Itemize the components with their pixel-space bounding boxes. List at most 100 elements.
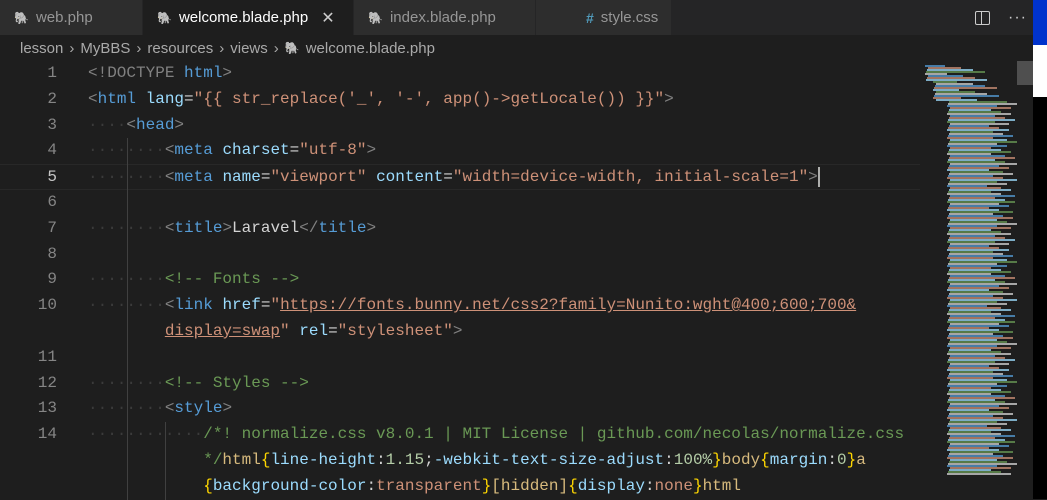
breadcrumb-item[interactable]: lesson — [20, 40, 63, 57]
line-number: 3 — [47, 115, 57, 134]
code-line[interactable]: 14 ············/*! normalize.css v8.0.1 |… — [0, 422, 920, 448]
tab-welcome-blade-php[interactable]: 🐘 welcome.blade.php ✕ — [143, 0, 354, 35]
code-line[interactable]: 10 ········<link href="https://fonts.bunn… — [0, 293, 920, 319]
breadcrumb-item[interactable]: views — [230, 40, 268, 57]
code-token: > — [366, 218, 377, 237]
code-token: > — [222, 64, 233, 82]
code-token: ; — [424, 450, 434, 469]
code-token: < — [164, 399, 175, 418]
code-token: = — [328, 321, 338, 340]
code-token: } — [846, 450, 857, 469]
tab-web-php[interactable]: 🐘 web.php — [0, 0, 143, 35]
code-line[interactable]: 4 ········<meta charset="utf-8"> — [0, 138, 920, 164]
code-token: < — [88, 89, 98, 108]
scrollbar-thumb[interactable] — [1017, 61, 1033, 85]
tab-index-blade-php[interactable]: 🐘 index.blade.php — [354, 0, 536, 35]
tab-style-css[interactable]: # style.css — [536, 0, 672, 35]
code-token: margin — [769, 450, 828, 469]
indent-guide — [127, 138, 128, 500]
code-token: : — [644, 476, 655, 495]
code-token: charset — [222, 141, 290, 160]
code-token: */ — [203, 450, 223, 469]
code-line[interactable]: 2 <html lang="{{ str_replace('_', '-', ap… — [0, 87, 920, 113]
code-token: { — [260, 450, 271, 469]
split-editor-icon[interactable] — [975, 10, 991, 25]
code-token: > — [222, 399, 233, 418]
line-number: 7 — [47, 218, 57, 237]
code-token: </ — [299, 218, 319, 237]
css-hash-icon: # — [586, 9, 594, 26]
code-line[interactable]: 7 ········<title>Laravel</title> — [0, 216, 920, 242]
code-token: = — [260, 296, 271, 315]
tab-label: index.blade.php — [389, 9, 496, 26]
code-token: "stylesheet" — [337, 321, 453, 340]
code-text: {background-color:transparent}[hidden]{d… — [88, 474, 741, 500]
code-line[interactable]: 3 ····<head> — [0, 113, 920, 139]
close-icon[interactable]: ✕ — [321, 8, 334, 28]
line-number: 13 — [37, 399, 57, 418]
code-token: : — [366, 476, 377, 495]
code-text: ········<style> — [88, 396, 232, 422]
code-token: "{{ str_replace('_', '-', app()->getLoca… — [193, 89, 665, 108]
breadcrumb-item[interactable]: MyBBS — [80, 40, 130, 57]
code-token: Laravel — [232, 218, 300, 237]
code-line[interactable]: 6 — [0, 190, 920, 216]
code-line[interactable]: 11 — [0, 345, 920, 371]
vertical-scrollbar[interactable] — [1017, 61, 1033, 499]
code-token: background-color — [212, 476, 367, 495]
line-number: 5 — [47, 168, 57, 187]
indent-whitespace: ···· — [88, 115, 127, 134]
breadcrumb-item[interactable]: resources — [147, 40, 213, 57]
code-token: href — [222, 296, 261, 315]
code-token: 1.15 — [385, 450, 425, 469]
line-number: 1 — [47, 64, 57, 82]
code-text: <html lang="{{ str_replace('_', '-', app… — [88, 87, 674, 113]
code-line[interactable]: {background-color:transparent}[hidden]{d… — [0, 474, 920, 500]
code-line[interactable]: 13 ········<style> — [0, 396, 920, 422]
code-token: > — [452, 321, 463, 340]
code-token: 0 — [836, 450, 847, 469]
code-line[interactable]: display=swap" rel="stylesheet"> — [0, 319, 920, 345]
code-token: > — [222, 218, 233, 237]
code-token: < — [164, 141, 175, 160]
line-number: 12 — [37, 373, 57, 392]
code-token: > — [664, 89, 674, 108]
code-token: title — [174, 218, 223, 237]
code-line[interactable]: 9 ········<!-- Fonts --> — [0, 267, 920, 293]
code-line[interactable]: 8 — [0, 242, 920, 268]
code-token: html — [184, 64, 223, 82]
chevron-right-icon: › — [136, 39, 142, 57]
code-token: } — [481, 476, 492, 495]
code-token: -webkit-text-size-adjust — [433, 450, 665, 469]
code-token: < — [164, 168, 175, 187]
code-line[interactable]: */html{line-height:1.15;-webkit-text-siz… — [0, 448, 920, 474]
indent-guide — [165, 422, 166, 500]
code-line[interactable]: 1 <!DOCTYPE html> — [0, 61, 920, 87]
code-token: display=swap — [164, 321, 281, 340]
tab-label: web.php — [35, 9, 93, 26]
php-elephant-icon: 🐘 — [368, 10, 383, 25]
code-token: html — [222, 450, 261, 469]
code-token: : — [376, 450, 386, 469]
code-token: > — [808, 168, 818, 187]
code-token: style — [174, 399, 223, 418]
code-token: { — [203, 476, 213, 495]
code-text: display=swap" rel="stylesheet"> — [88, 319, 463, 345]
code-token: a — [856, 450, 866, 469]
code-token: "viewport" — [270, 168, 367, 187]
code-editor[interactable]: 1 <!DOCTYPE html> 2 <html lang="{{ str_repl… — [0, 61, 920, 500]
breadcrumb-item[interactable]: welcome.blade.php — [306, 40, 435, 57]
code-token: > — [174, 115, 185, 134]
code-text: ····<head> — [88, 113, 184, 139]
code-line[interactable]: 5 ········<meta name="viewport" content="… — [0, 164, 920, 190]
code-line[interactable]: 12 ········<!-- Styles --> — [0, 371, 920, 397]
more-actions-icon[interactable]: ··· — [1008, 9, 1027, 27]
php-elephant-icon: 🐘 — [157, 10, 172, 25]
minimap[interactable] — [925, 61, 1019, 491]
code-token: = — [289, 141, 300, 160]
code-token: rel — [299, 321, 329, 340]
code-text: ········<!-- Fonts --> — [88, 267, 299, 293]
